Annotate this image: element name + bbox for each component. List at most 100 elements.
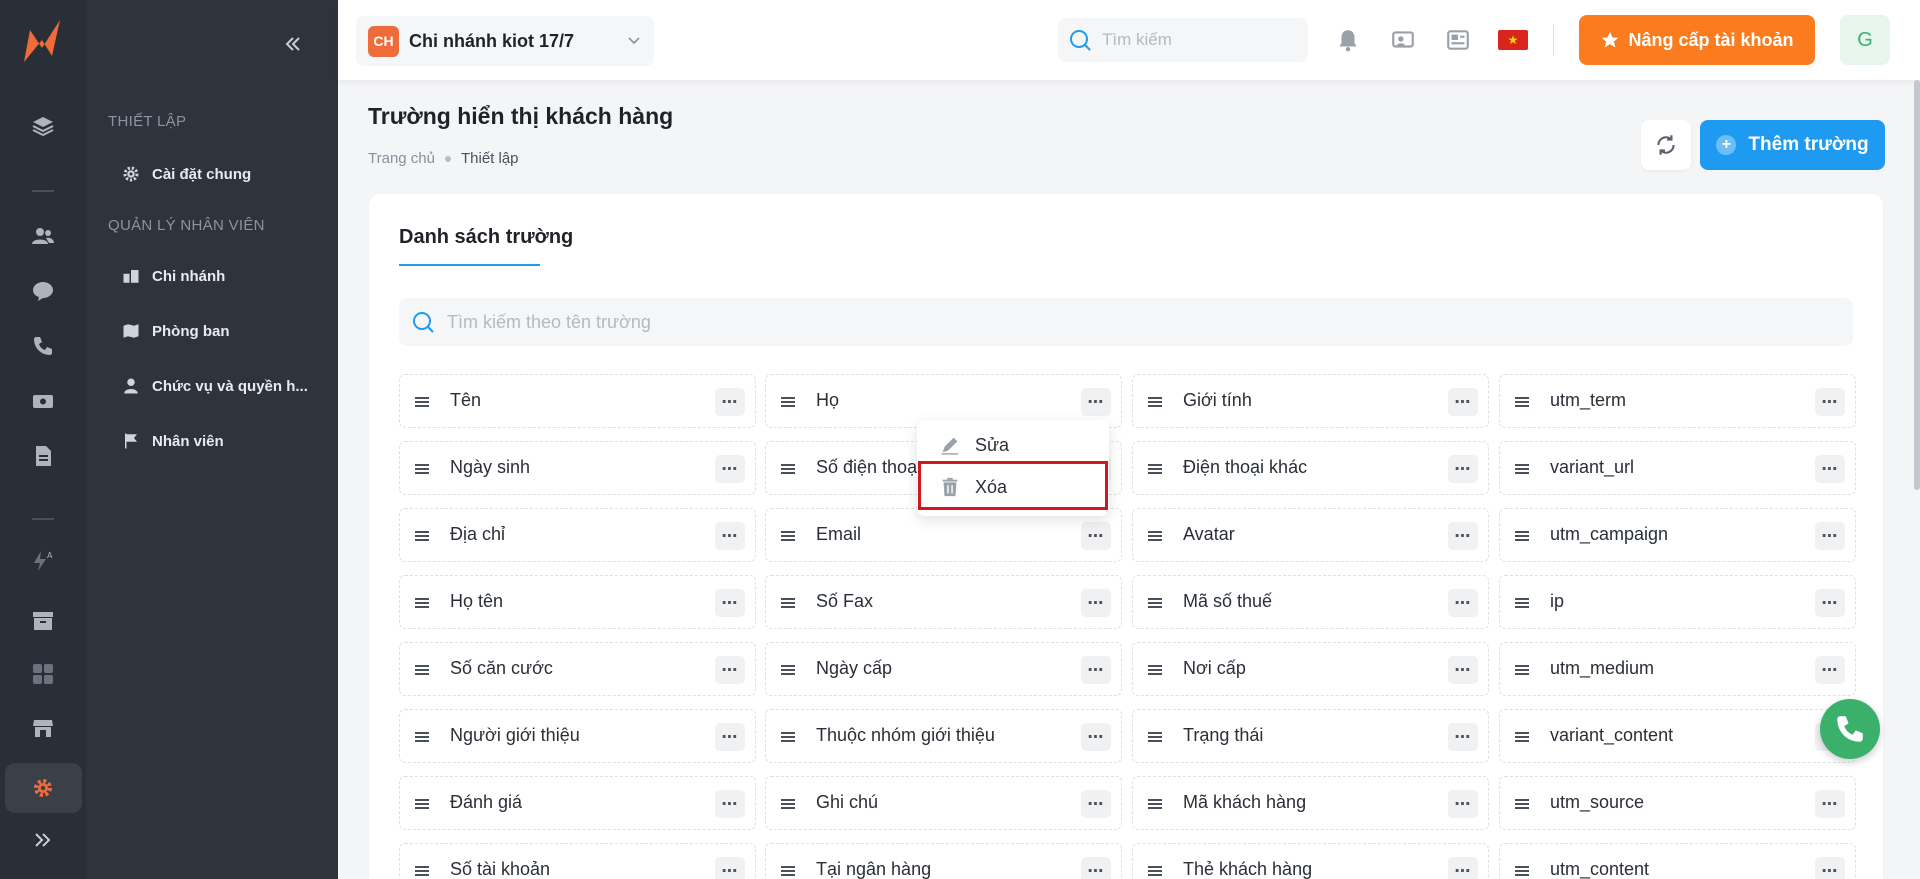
chat-icon[interactable] <box>27 275 59 307</box>
field-item[interactable]: Giới tính ⋯ <box>1132 374 1489 428</box>
field-item[interactable]: Số Fax ⋯ <box>765 575 1122 629</box>
field-item[interactable]: Thẻ khách hàng ⋯ <box>1132 843 1489 879</box>
field-item[interactable]: Mã khách hàng ⋯ <box>1132 776 1489 830</box>
field-search-input[interactable] <box>447 311 1647 333</box>
drag-handle-icon[interactable] <box>414 394 430 410</box>
more-options-icon[interactable]: ⋯ <box>1081 589 1111 617</box>
drag-handle-icon[interactable] <box>414 729 430 745</box>
contact-card-icon[interactable] <box>1390 27 1416 53</box>
more-options-icon[interactable]: ⋯ <box>1448 857 1478 879</box>
drag-handle-icon[interactable] <box>780 528 796 544</box>
more-options-icon[interactable]: ⋯ <box>1815 589 1845 617</box>
document-icon[interactable] <box>27 440 59 472</box>
field-item[interactable]: Ngày cấp ⋯ <box>765 642 1122 696</box>
field-item[interactable]: Điện thoại khác ⋯ <box>1132 441 1489 495</box>
more-options-icon[interactable]: ⋯ <box>1815 455 1845 483</box>
more-options-icon[interactable]: ⋯ <box>1081 388 1111 416</box>
drag-handle-icon[interactable] <box>1147 796 1163 812</box>
more-options-icon[interactable]: ⋯ <box>1448 388 1478 416</box>
archive-icon[interactable] <box>27 605 59 637</box>
more-options-icon[interactable]: ⋯ <box>1081 723 1111 751</box>
more-options-icon[interactable]: ⋯ <box>1448 723 1478 751</box>
drag-handle-icon[interactable] <box>780 461 796 477</box>
upgrade-account-button[interactable]: Nâng cấp tài khoản <box>1579 15 1815 65</box>
field-item[interactable]: Ghi chú ⋯ <box>765 776 1122 830</box>
users-icon[interactable] <box>27 220 59 252</box>
field-item[interactable]: Mã số thuế ⋯ <box>1132 575 1489 629</box>
settings-gear-icon[interactable] <box>27 772 59 804</box>
drag-handle-icon[interactable] <box>1514 595 1530 611</box>
more-options-icon[interactable]: ⋯ <box>1448 790 1478 818</box>
more-options-icon[interactable]: ⋯ <box>1081 522 1111 550</box>
drag-handle-icon[interactable] <box>780 595 796 611</box>
drag-handle-icon[interactable] <box>1514 461 1530 477</box>
automation-icon[interactable]: A <box>27 545 59 577</box>
more-options-icon[interactable]: ⋯ <box>1081 656 1111 684</box>
field-item[interactable]: Email ⋯ <box>765 508 1122 562</box>
more-options-icon[interactable]: ⋯ <box>1815 656 1845 684</box>
global-search-input[interactable] <box>1102 30 1282 50</box>
drag-handle-icon[interactable] <box>414 662 430 678</box>
drag-handle-icon[interactable] <box>414 595 430 611</box>
more-options-icon[interactable]: ⋯ <box>1815 857 1845 879</box>
field-item[interactable]: Ngày sinh ⋯ <box>399 441 756 495</box>
more-options-icon[interactable]: ⋯ <box>1448 656 1478 684</box>
drag-handle-icon[interactable] <box>414 863 430 879</box>
menu-item-edit[interactable]: Sửa <box>917 425 1109 465</box>
more-options-icon[interactable]: ⋯ <box>715 455 745 483</box>
field-item[interactable]: Số căn cước ⋯ <box>399 642 756 696</box>
layers-icon[interactable] <box>27 110 59 142</box>
drag-handle-icon[interactable] <box>1514 863 1530 879</box>
add-field-button[interactable]: + Thêm trường <box>1700 120 1885 170</box>
field-item[interactable]: utm_content ⋯ <box>1499 843 1856 879</box>
drag-handle-icon[interactable] <box>1147 595 1163 611</box>
drag-handle-icon[interactable] <box>1514 662 1530 678</box>
field-item[interactable]: utm_source ⋯ <box>1499 776 1856 830</box>
sidebar-item-general-settings[interactable]: Cài đặt chung <box>122 162 251 186</box>
vietnam-flag-icon[interactable]: ★ <box>1498 30 1528 50</box>
drag-handle-icon[interactable] <box>1147 729 1163 745</box>
more-options-icon[interactable]: ⋯ <box>715 522 745 550</box>
drag-handle-icon[interactable] <box>780 796 796 812</box>
breadcrumb-home[interactable]: Trang chủ <box>368 150 435 167</box>
tab-field-list[interactable]: Danh sách trường <box>399 226 573 249</box>
news-icon[interactable] <box>1445 27 1471 53</box>
field-item[interactable]: Thuộc nhóm giới thiệu ⋯ <box>765 709 1122 763</box>
drag-handle-icon[interactable] <box>414 528 430 544</box>
field-item[interactable]: Số tài khoản ⋯ <box>399 843 756 879</box>
sidebar-item-staff[interactable]: Nhân viên <box>122 429 224 453</box>
field-item[interactable]: ip ⋯ <box>1499 575 1856 629</box>
more-options-icon[interactable]: ⋯ <box>715 857 745 879</box>
drag-handle-icon[interactable] <box>780 729 796 745</box>
more-options-icon[interactable]: ⋯ <box>1448 589 1478 617</box>
page-scrollbar[interactable] <box>1914 80 1920 490</box>
more-options-icon[interactable]: ⋯ <box>715 656 745 684</box>
expand-sidebar-icon[interactable] <box>27 824 59 856</box>
store-icon[interactable] <box>27 712 59 744</box>
money-exchange-icon[interactable] <box>27 385 59 417</box>
field-search[interactable] <box>399 298 1853 346</box>
global-search[interactable] <box>1058 18 1308 62</box>
field-item[interactable]: Avatar ⋯ <box>1132 508 1489 562</box>
more-options-icon[interactable]: ⋯ <box>1815 388 1845 416</box>
sidebar-item-department[interactable]: Phòng ban <box>122 319 230 343</box>
more-options-icon[interactable]: ⋯ <box>715 589 745 617</box>
floating-call-button[interactable] <box>1820 699 1880 759</box>
drag-handle-icon[interactable] <box>1147 662 1163 678</box>
field-item[interactable]: Đánh giá ⋯ <box>399 776 756 830</box>
more-options-icon[interactable]: ⋯ <box>715 723 745 751</box>
drag-handle-icon[interactable] <box>780 863 796 879</box>
field-item[interactable]: Người giới thiệu ⋯ <box>399 709 756 763</box>
field-item[interactable]: variant_url ⋯ <box>1499 441 1856 495</box>
more-options-icon[interactable]: ⋯ <box>1815 522 1845 550</box>
field-item[interactable]: Trạng thái ⋯ <box>1132 709 1489 763</box>
more-options-icon[interactable]: ⋯ <box>1448 522 1478 550</box>
apps-grid-icon[interactable] <box>27 658 59 690</box>
drag-handle-icon[interactable] <box>1514 528 1530 544</box>
drag-handle-icon[interactable] <box>1147 394 1163 410</box>
sidebar-item-roles[interactable]: Chức vụ và quyền h... <box>122 374 308 398</box>
more-options-icon[interactable]: ⋯ <box>1081 857 1111 879</box>
drag-handle-icon[interactable] <box>1514 394 1530 410</box>
user-avatar[interactable]: G <box>1840 15 1890 65</box>
phone-call-icon[interactable] <box>27 330 59 362</box>
